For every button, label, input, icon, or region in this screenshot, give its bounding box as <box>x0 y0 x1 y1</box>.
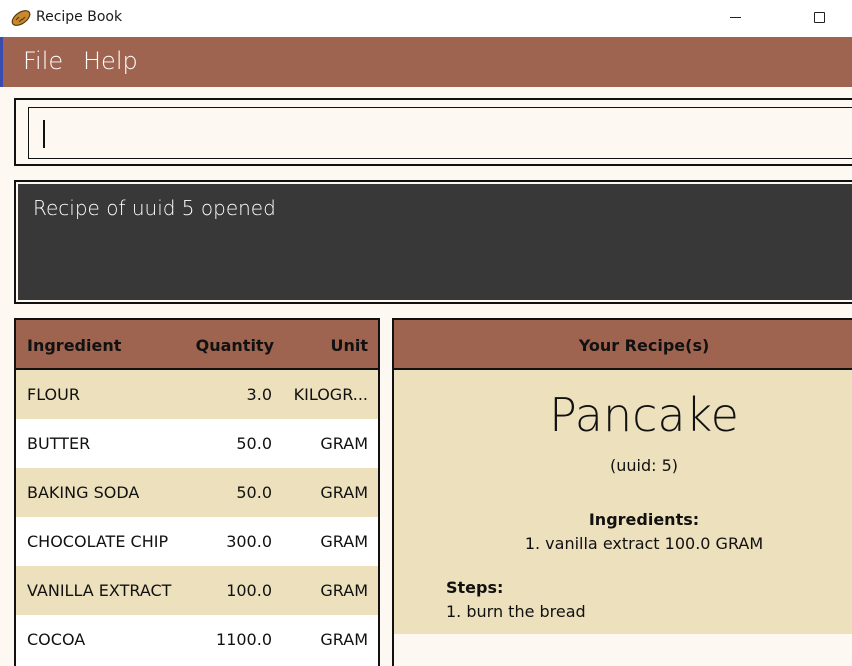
recipe-panel-title: Your Recipe(s) <box>578 336 710 355</box>
table-row[interactable]: FLOUR 3.0 KILOGR... <box>16 370 378 419</box>
minimize-icon[interactable] <box>730 17 741 18</box>
column-header-ingredient[interactable]: Ingredient <box>27 336 121 355</box>
recipe-ingredient-item: 1. vanilla extract 100.0 GRAM <box>524 534 764 553</box>
command-input[interactable] <box>28 107 852 159</box>
cell-ingredient: BUTTER <box>27 434 91 453</box>
cell-quantity: 1100.0 <box>216 630 272 649</box>
menu-bar: File Help <box>0 37 852 87</box>
recipe-step-item: 1. burn the bread <box>446 602 586 621</box>
table-row[interactable]: CHOCOLATE CHIP 300.0 GRAM <box>16 517 378 566</box>
table-row[interactable]: VANILLA EXTRACT 100.0 GRAM <box>16 566 378 615</box>
cell-quantity: 100.0 <box>226 581 272 600</box>
ingredient-table: Ingredient Quantity Unit FLOUR 3.0 KILOG… <box>14 318 380 666</box>
cell-unit: GRAM <box>320 581 368 600</box>
recipe-card[interactable]: Pancake (uuid: 5) Ingredients: 1. vanill… <box>394 370 852 634</box>
cell-quantity: 50.0 <box>236 434 272 453</box>
cell-ingredient: FLOUR <box>27 385 80 404</box>
command-box <box>14 98 852 166</box>
cell-unit: GRAM <box>320 532 368 551</box>
window-title: Recipe Book <box>36 9 123 25</box>
text-caret <box>43 120 45 148</box>
cell-quantity: 300.0 <box>226 532 272 551</box>
title-bar: Recipe Book <box>0 0 852 37</box>
menu-help[interactable]: Help <box>83 47 138 75</box>
table-row[interactable]: COCOA 1100.0 GRAM <box>16 615 378 664</box>
cell-ingredient: COCOA <box>27 630 86 649</box>
cell-quantity: 3.0 <box>246 385 272 404</box>
result-message: Recipe of uuid 5 opened <box>33 196 276 220</box>
bread-icon <box>11 10 31 26</box>
recipe-name: Pancake <box>549 388 739 442</box>
cell-quantity: 50.0 <box>236 483 272 502</box>
recipe-steps-label: Steps: <box>446 578 504 597</box>
recipe-ingredients-label: Ingredients: <box>588 510 700 529</box>
table-header: Ingredient Quantity Unit <box>16 320 378 370</box>
cell-unit: KILOGR... <box>293 385 368 404</box>
maximize-icon[interactable] <box>814 12 825 23</box>
table-row[interactable]: BUTTER 50.0 GRAM <box>16 419 378 468</box>
table-body: FLOUR 3.0 KILOGR... BUTTER 50.0 GRAM BAK… <box>16 370 378 664</box>
recipe-panel: Your Recipe(s) Pancake (uuid: 5) Ingredi… <box>392 318 852 666</box>
recipe-uuid: (uuid: 5) <box>609 456 679 475</box>
cell-unit: GRAM <box>320 630 368 649</box>
cell-unit: GRAM <box>320 483 368 502</box>
column-header-quantity[interactable]: Quantity <box>196 336 274 355</box>
result-display-area[interactable]: Recipe of uuid 5 opened <box>18 184 852 300</box>
cell-ingredient: BAKING SODA <box>27 483 140 502</box>
cell-ingredient: VANILLA EXTRACT <box>27 581 172 600</box>
cell-ingredient: CHOCOLATE CHIP <box>27 532 169 551</box>
result-display: Recipe of uuid 5 opened <box>14 180 852 304</box>
column-header-unit[interactable]: Unit <box>330 336 368 355</box>
cell-unit: GRAM <box>320 434 368 453</box>
table-row[interactable]: BAKING SODA 50.0 GRAM <box>16 468 378 517</box>
recipe-panel-header: Your Recipe(s) <box>394 320 852 370</box>
menu-file[interactable]: File <box>23 47 63 75</box>
